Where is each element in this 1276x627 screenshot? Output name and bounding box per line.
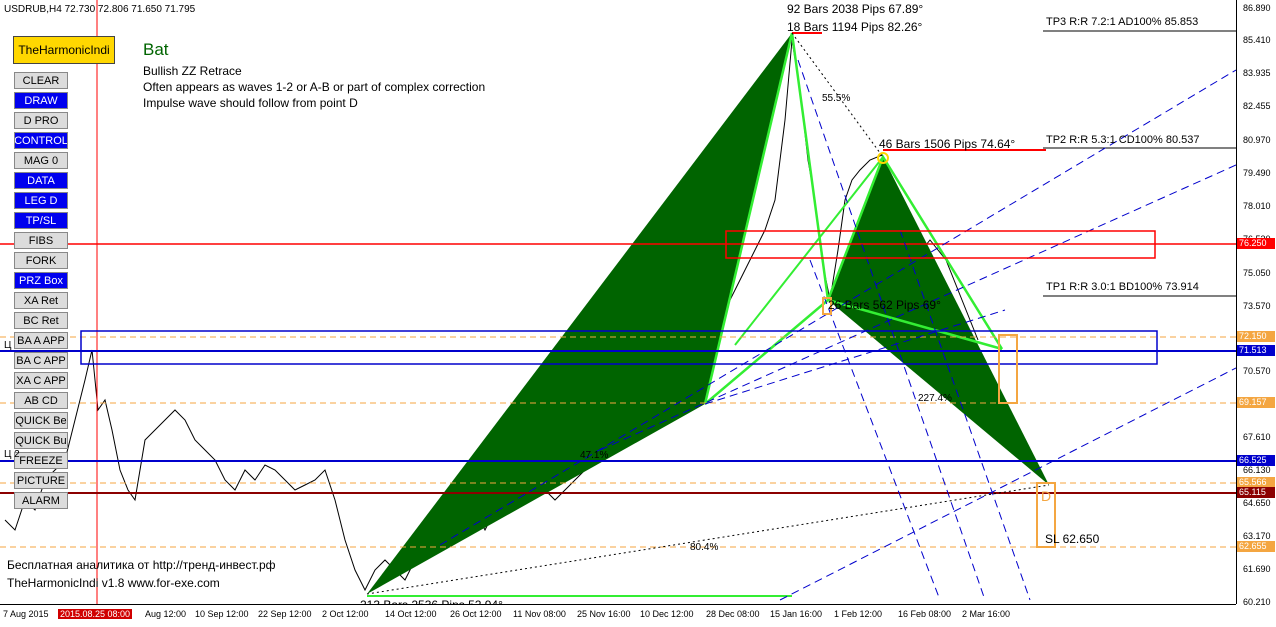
price-tick: 60.210 bbox=[1243, 597, 1271, 607]
tool-button-panel: CLEAR DRAW D PRO CONTROL MAG 0 DATA LEG D TP/SL… bbox=[14, 72, 68, 512]
a-top-label-1: 92 Bars 2038 Pips 67.89° bbox=[787, 2, 924, 16]
time-tick: 16 Feb 08:00 bbox=[898, 609, 952, 619]
pattern-desc-3: Impulse wave should follow from point D bbox=[143, 96, 358, 110]
time-tick-highlight: 2015.08.25 08:00 bbox=[58, 609, 133, 619]
tp3-label: TP3 R:R 7.2:1 AD100% 85.853 bbox=[1046, 16, 1199, 28]
tool-button-xa-c-app[interactable]: XA C APP bbox=[14, 372, 68, 389]
pattern-desc-1: Bullish ZZ Retrace bbox=[143, 64, 242, 78]
footer-version: TheHarmonicIndi v1.8 www.for-exe.com bbox=[7, 576, 220, 590]
left-marker-1: Ц bbox=[4, 340, 12, 351]
tool-button-draw[interactable]: DRAW bbox=[14, 92, 68, 109]
tool-button-tp-sl[interactable]: TP/SL bbox=[14, 212, 68, 229]
time-tick: 14 Oct 12:00 bbox=[385, 609, 437, 619]
price-tick: 64.650 bbox=[1243, 498, 1271, 508]
time-tick: 10 Sep 12:00 bbox=[195, 609, 249, 619]
time-tick: 7 Aug 2015 bbox=[3, 609, 49, 619]
tp1-label: TP1 R:R 3.0:1 BD100% 73.914 bbox=[1046, 281, 1199, 293]
b-point-label: 26 Bars 562 Pips 69° bbox=[828, 298, 941, 312]
pattern-name: Bat bbox=[143, 40, 169, 59]
sl-label: SL 62.650 bbox=[1045, 532, 1100, 546]
price-tag: 62.655 bbox=[1237, 541, 1275, 552]
pattern-bcd-fill bbox=[828, 157, 1049, 485]
footer-analytics: Бесплатная аналитика от http://тренд-инв… bbox=[7, 558, 276, 572]
tool-button-quick-bu[interactable]: QUICK Bu bbox=[14, 432, 68, 449]
price-tick: 80.970 bbox=[1243, 135, 1271, 145]
time-tick: 22 Sep 12:00 bbox=[258, 609, 312, 619]
price-tick: 73.570 bbox=[1243, 301, 1271, 311]
tool-button-control[interactable]: CONTROL bbox=[14, 132, 68, 149]
price-tick: 75.050 bbox=[1243, 268, 1271, 278]
time-tick: 25 Nov 16:00 bbox=[577, 609, 631, 619]
price-tick: 78.010 bbox=[1243, 201, 1271, 211]
time-tick: 15 Jan 16:00 bbox=[770, 609, 823, 619]
pct-ad-label: 80.4% bbox=[690, 542, 719, 553]
tp2-label: TP2 R:R 5.3:1 CD100% 80.537 bbox=[1046, 134, 1200, 146]
symbol-title: USDRUB,H4 72.730 72.806 71.650 71.795 bbox=[4, 4, 196, 15]
tool-button-mag-0[interactable]: MAG 0 bbox=[14, 152, 68, 169]
pattern-desc-2: Often appears as waves 1-2 or A-B or par… bbox=[143, 80, 486, 94]
tool-button-leg-d[interactable]: LEG D bbox=[14, 192, 68, 209]
pct-small-label: 47.1% bbox=[580, 450, 609, 461]
price-tag: 69.157 bbox=[1237, 397, 1275, 408]
time-tick: 11 Nov 08:00 bbox=[513, 609, 566, 619]
tool-button-clear[interactable]: CLEAR bbox=[14, 72, 68, 89]
tool-button-xa-ret[interactable]: XA Ret bbox=[14, 292, 68, 309]
tool-button-freeze[interactable]: FREEZE bbox=[14, 452, 68, 469]
tool-button-ba-a-app[interactable]: BA A APP bbox=[14, 332, 68, 349]
time-tick: 28 Dec 08:00 bbox=[706, 609, 760, 619]
tool-button-ba-c-app[interactable]: BA C APP bbox=[14, 352, 68, 369]
a-top-label-2: 18 Bars 1194 Pips 82.26° bbox=[787, 20, 923, 34]
price-axis[interactable]: 86.890 85.410 83.935 82.455 80.970 79.490 78.0… bbox=[1236, 0, 1276, 607]
time-tick: 1 Feb 12:00 bbox=[834, 609, 883, 619]
price-tick: 82.455 bbox=[1243, 101, 1271, 111]
tool-button-alarm[interactable]: ALARM bbox=[14, 492, 68, 509]
price-tick: 86.890 bbox=[1243, 3, 1271, 13]
tool-button-ab-cd[interactable]: AB CD bbox=[14, 392, 68, 409]
time-tick: 10 Dec 12:00 bbox=[640, 609, 694, 619]
tool-button-d-pro[interactable]: D PRO bbox=[14, 112, 68, 129]
pattern-xab-fill bbox=[367, 33, 792, 594]
tool-button-fibs[interactable]: FIBS bbox=[14, 232, 68, 249]
price-tag: 71.513 bbox=[1237, 345, 1275, 356]
price-tick: 85.410 bbox=[1243, 35, 1271, 45]
time-tick: 26 Oct 12:00 bbox=[450, 609, 502, 619]
indicator-brand-button[interactable]: TheHarmonicIndi bbox=[13, 36, 115, 64]
point-d-label: D bbox=[1041, 488, 1052, 504]
price-tick: 63.170 bbox=[1243, 531, 1271, 541]
tool-button-data[interactable]: DATA bbox=[14, 172, 68, 189]
tool-button-quick-be[interactable]: QUICK Be bbox=[14, 412, 68, 429]
time-axis[interactable]: 7 Aug 2015 2015.08.25 08:00 Aug 12:00 10 Se… bbox=[0, 604, 1236, 627]
pct-ab-label: 55.5% bbox=[822, 93, 851, 104]
price-tag: 65.115 bbox=[1237, 487, 1275, 498]
price-tick: 83.935 bbox=[1243, 68, 1271, 78]
price-tag: 76.250 bbox=[1237, 238, 1275, 249]
price-tag: 72.150 bbox=[1237, 331, 1275, 342]
tool-button-fork[interactable]: FORK bbox=[14, 252, 68, 269]
price-tick: 67.610 bbox=[1243, 432, 1271, 442]
tool-button-prz-box[interactable]: PRZ Box bbox=[14, 272, 68, 289]
left-marker-2: Ц 2 bbox=[4, 449, 20, 460]
time-tick: 2 Mar 16:00 bbox=[962, 609, 1011, 619]
price-tag: 66.525 bbox=[1237, 455, 1275, 466]
tool-button-picture[interactable]: PICTURE bbox=[14, 472, 68, 489]
time-tick: Aug 12:00 bbox=[145, 609, 187, 619]
price-tick: 66.130 bbox=[1243, 465, 1271, 475]
tool-button-bc-ret[interactable]: BC Ret bbox=[14, 312, 68, 329]
chart-window[interactable]: USDRUB,H4 72.730 72.806 71.650 71.795 Th… bbox=[0, 0, 1276, 627]
c-point-label: 46 Bars 1506 Pips 74.64° bbox=[879, 137, 1016, 151]
price-tick: 70.570 bbox=[1243, 366, 1271, 376]
pct-cd-label: 227.4% bbox=[918, 393, 952, 404]
time-tick: 2 Oct 12:00 bbox=[322, 609, 369, 619]
price-tick: 61.690 bbox=[1243, 564, 1271, 574]
price-tick: 79.490 bbox=[1243, 168, 1271, 178]
